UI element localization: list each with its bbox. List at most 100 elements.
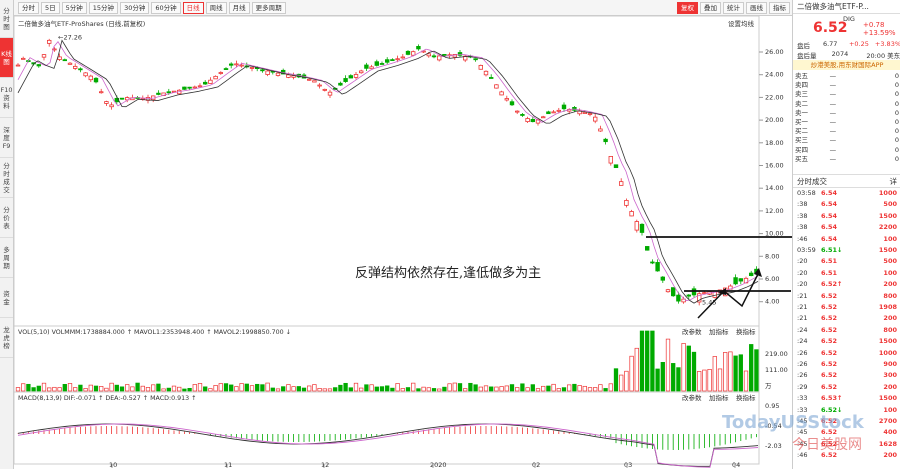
sub-button-2[interactable]: 换指标 [736,327,756,336]
volume-bar [307,385,312,392]
volume-bar [88,384,93,392]
volume-bar [650,330,655,392]
volume-legend: VOL(5,10) VOLMMM:1738884.000 ↑ MAVOL1:23… [18,329,291,336]
toolbar-btn-4[interactable]: 指标 [769,2,790,14]
order-book-row: 买三 — 0 [795,136,899,145]
sub-button-2[interactable]: 换指标 [736,393,756,402]
volume-bar [738,354,743,392]
volume-bar [369,384,374,392]
volume-bar [99,386,104,392]
sidebar-tab-4[interactable]: 分时成交 [0,158,13,198]
sub-button-1[interactable]: 加指标 [709,393,729,402]
macd-tick: 0.95 [765,402,779,410]
period-tab-7[interactable]: 周线 [205,1,227,14]
candle-body [343,78,348,82]
volume-bar [681,343,686,392]
ticks-detail-link[interactable]: 详 [890,176,898,187]
candle-body [358,70,364,74]
candle-body [400,56,405,59]
tick-time: :26 [797,348,808,357]
period-tab-3[interactable]: 15分钟 [88,1,119,14]
candle-body [431,55,437,58]
period-tab-0[interactable]: 分时 [18,1,39,14]
order-book-cell: 卖一 [795,108,808,117]
period-tab-4[interactable]: 30分钟 [120,1,150,14]
candle-body [156,92,161,95]
candle-body [546,111,551,115]
candle-body [249,67,255,69]
sidebar-tab-8[interactable]: 龙虎榜 [0,318,13,358]
order-book-cell: — [829,145,837,154]
candle-body [645,246,650,251]
tick-time: :38 [797,200,808,209]
volume-bar [489,386,494,392]
sidebar-tab-1[interactable]: K线图 [0,38,13,78]
order-book-cell: — [829,136,837,145]
candle-body [509,101,515,106]
candle-body [275,72,281,76]
tick-time: 03:59 [797,246,816,254]
volume-bar [156,383,161,392]
volume-bar [379,386,385,392]
period-tab-6[interactable]: 日线 [182,1,204,14]
after-hours-vol-0: 盘后量 [797,52,817,60]
candle-body [234,63,239,66]
volume-bar [171,385,177,392]
order-book-row: 买五 — 0 [795,155,899,164]
period-tab-9[interactable]: 更多周期 [251,1,286,14]
toolbar-btn-3[interactable]: 画线 [746,2,767,14]
candle-body [733,277,738,285]
tick-time: :21 [797,314,808,323]
tick-volume: 500 [883,257,897,266]
tick-volume: 200 [883,314,897,323]
candle-body [166,91,171,94]
candle-body [613,164,619,169]
candle-body [598,128,603,132]
sidebar-tab-3[interactable]: 深度F9 [0,118,13,158]
toolbar-btn-1[interactable]: 叠加 [700,2,721,14]
volume-bar [364,384,369,392]
candle-body [379,63,385,65]
sub-button-1[interactable]: 加指标 [709,327,729,336]
order-book-cell: — [829,90,837,99]
kline-chart[interactable]: 26.00 24.00 22.00 20.00 18.00 16.00 14.00 12.00… [13,15,799,469]
sidebar-tab-7[interactable]: 资金 [0,278,13,318]
tick-volume: 1500 [878,246,897,254]
tick-volume: 1000 [878,348,897,357]
volume-bar [265,382,270,392]
volume-bar [322,388,327,392]
price-tick-label: 26.00 [765,48,784,56]
sidebar-tab-6[interactable]: 多周期 [0,238,13,278]
volume-bar [301,387,307,392]
period-tab-5[interactable]: 60分钟 [151,1,181,14]
tick-row: :26 6.52 1000 [793,349,900,358]
toolbar-btn-2[interactable]: 统计 [723,2,744,14]
sub-button-0[interactable]: 改参数 [682,327,702,336]
candle-body [228,63,234,66]
candle-body [603,138,608,143]
price-tick-label: 22.00 [765,93,784,101]
order-book-cell: — [829,108,837,117]
macd-tick: -2.03 [765,442,782,450]
promo-banner[interactable]: 炒港美股,用东财国际APP [793,60,900,70]
tick-volume: 200 [883,451,897,460]
period-tab-1[interactable]: 5日 [41,1,60,14]
volume-bar [717,368,723,392]
period-tab-8[interactable]: 月线 [228,1,250,14]
ma-settings-link[interactable]: 设置均线 [728,18,754,28]
candle-body [119,97,125,100]
sidebar-tab-0[interactable]: 分时图 [0,0,13,38]
candle-body [639,223,645,233]
tick-time: :38 [797,223,808,232]
candle-body [624,200,629,206]
chart-area[interactable]: 26.00 24.00 22.00 20.00 18.00 16.00 14.00 12.00… [13,15,799,469]
after-hours-0: 盘后 [797,42,810,50]
tick-volume: 1500 [878,337,897,346]
sub-button-0[interactable]: 改参数 [682,393,702,402]
candle-body [353,74,359,78]
toolbar-btn-0[interactable]: 复权 [677,2,698,14]
sidebar-tab-2[interactable]: F10资料 [0,78,13,118]
candle-body [78,68,83,71]
period-tab-2[interactable]: 5分钟 [61,1,87,14]
sidebar-tab-5[interactable]: 分价表 [0,198,13,238]
